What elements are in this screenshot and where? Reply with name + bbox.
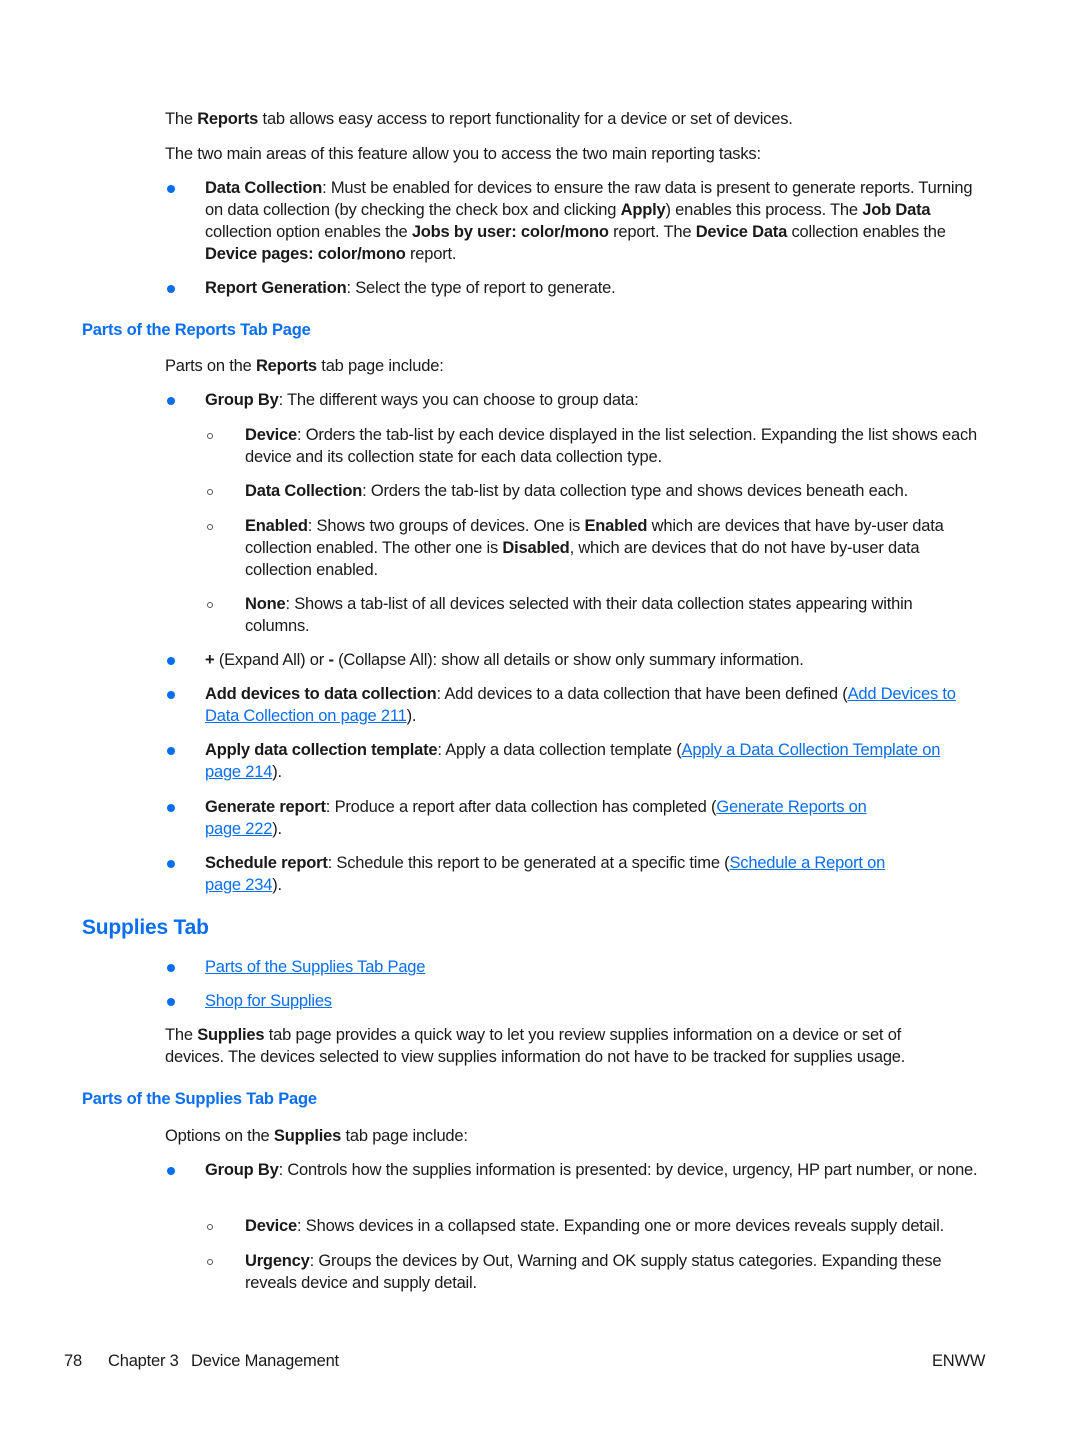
link-shop-for-supplies[interactable]: Shop for Supplies [205, 992, 332, 1010]
list-item-data-collection: Data Collection: Must be enabled for dev… [165, 177, 980, 265]
intro-paragraph-1: The Reports tab allows easy access to re… [165, 110, 793, 128]
supplies-parts-intro: Options on the Supplies tab page include… [165, 1127, 468, 1145]
bullet-icon [167, 691, 175, 699]
list-item-schedule-report: Schedule report: Schedule this report to… [165, 852, 980, 896]
intro-paragraph-2: The two main areas of this feature allow… [165, 145, 761, 163]
supplies-intro-paragraph: The Supplies tab page provides a quick w… [165, 1026, 906, 1066]
bullet-icon [167, 1167, 175, 1175]
list-item-report-generation: Report Generation: Select the type of re… [165, 277, 980, 299]
bullet-icon [167, 747, 175, 755]
circle-bullet-icon [207, 524, 213, 530]
list-item-group-by: Group By: The different ways you can cho… [165, 389, 980, 411]
bullet-icon [167, 397, 175, 405]
list-item-link-supplies-parts: Parts of the Supplies Tab Page [165, 956, 980, 978]
bullet-icon [167, 860, 175, 868]
sub-item-data-collection: Data Collection: Orders the tab-list by … [205, 480, 980, 502]
section-heading-reports-parts: Parts of the Reports Tab Page [82, 321, 311, 339]
link-parts-of-supplies-tab[interactable]: Parts of the Supplies Tab Page [205, 958, 425, 976]
bullet-icon [167, 998, 175, 1006]
circle-bullet-icon [207, 602, 213, 608]
list-item-expand-collapse: + (Expand All) or - (Collapse All): show… [165, 649, 980, 671]
sub-item-enabled: Enabled: Shows two groups of devices. On… [205, 515, 980, 581]
list-item-add-devices: Add devices to data collection: Add devi… [165, 683, 980, 727]
reports-parts-intro: Parts on the Reports tab page include: [165, 357, 444, 375]
bullet-icon [167, 285, 175, 293]
footer-page-number: 78 [64, 1352, 82, 1370]
sub-item-supplies-device: Device: Shows devices in a collapsed sta… [205, 1215, 980, 1237]
circle-bullet-icon [207, 489, 213, 495]
circle-bullet-icon [207, 1259, 213, 1265]
footer-chapter-title: Device Management [191, 1352, 339, 1370]
circle-bullet-icon [207, 1224, 213, 1230]
circle-bullet-icon [207, 433, 213, 439]
section-heading-supplies-tab: Supplies Tab [82, 916, 209, 939]
sub-item-device: Device: Orders the tab-list by each devi… [205, 424, 980, 468]
bullet-icon [167, 185, 175, 193]
footer-chapter: Chapter 3 [108, 1352, 179, 1370]
document-page: The Reports tab allows easy access to re… [0, 0, 1080, 1437]
bullet-icon [167, 964, 175, 972]
list-item-link-shop-supplies: Shop for Supplies [165, 990, 980, 1012]
bullet-icon [167, 657, 175, 665]
footer-enww: ENWW [932, 1352, 986, 1370]
bullet-icon [167, 804, 175, 812]
sub-item-supplies-urgency: Urgency: Groups the devices by Out, Warn… [205, 1250, 980, 1294]
sub-item-none: None: Shows a tab-list of all devices se… [205, 593, 980, 637]
section-heading-supplies-parts: Parts of the Supplies Tab Page [82, 1090, 317, 1108]
list-item-generate-report: Generate report: Produce a report after … [165, 796, 980, 840]
list-item-supplies-group-by: Group By: Controls how the supplies info… [165, 1159, 980, 1181]
list-item-apply-template: Apply data collection template: Apply a … [165, 739, 980, 783]
